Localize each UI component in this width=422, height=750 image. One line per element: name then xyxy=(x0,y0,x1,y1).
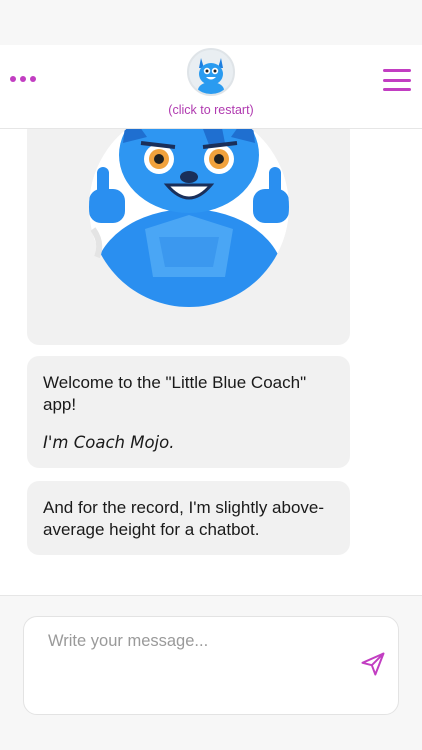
status-bar-area xyxy=(0,0,422,45)
send-paper-plane-icon xyxy=(361,652,385,676)
message-text: And for the record, I'm slightly above-a… xyxy=(43,498,325,539)
more-dots-icon[interactable] xyxy=(10,71,40,87)
message-text: Welcome to the "Little Blue Coach" app! xyxy=(43,373,307,414)
hamburger-menu-icon[interactable] xyxy=(383,69,411,91)
message-input[interactable] xyxy=(24,617,398,714)
restart-label[interactable]: (click to restart) xyxy=(0,103,422,117)
message-image-bubble xyxy=(27,129,350,345)
message-bubble-height: And for the record, I'm slightly above-a… xyxy=(27,481,350,555)
message-text-italic: I'm Coach Mojo. xyxy=(43,433,175,452)
message-bubble-welcome: Welcome to the "Little Blue Coach" app! … xyxy=(27,356,350,468)
composer-area xyxy=(0,595,422,750)
coach-mojo-avatar xyxy=(189,50,233,94)
send-button[interactable] xyxy=(359,650,387,678)
message-input-box xyxy=(23,616,399,715)
coach-avatar-button[interactable] xyxy=(187,48,235,96)
coach-mojo-thumbs-up-image xyxy=(89,129,289,307)
chat-thread: Welcome to the "Little Blue Coach" app! … xyxy=(0,129,422,595)
app-header: (click to restart) xyxy=(0,45,422,129)
